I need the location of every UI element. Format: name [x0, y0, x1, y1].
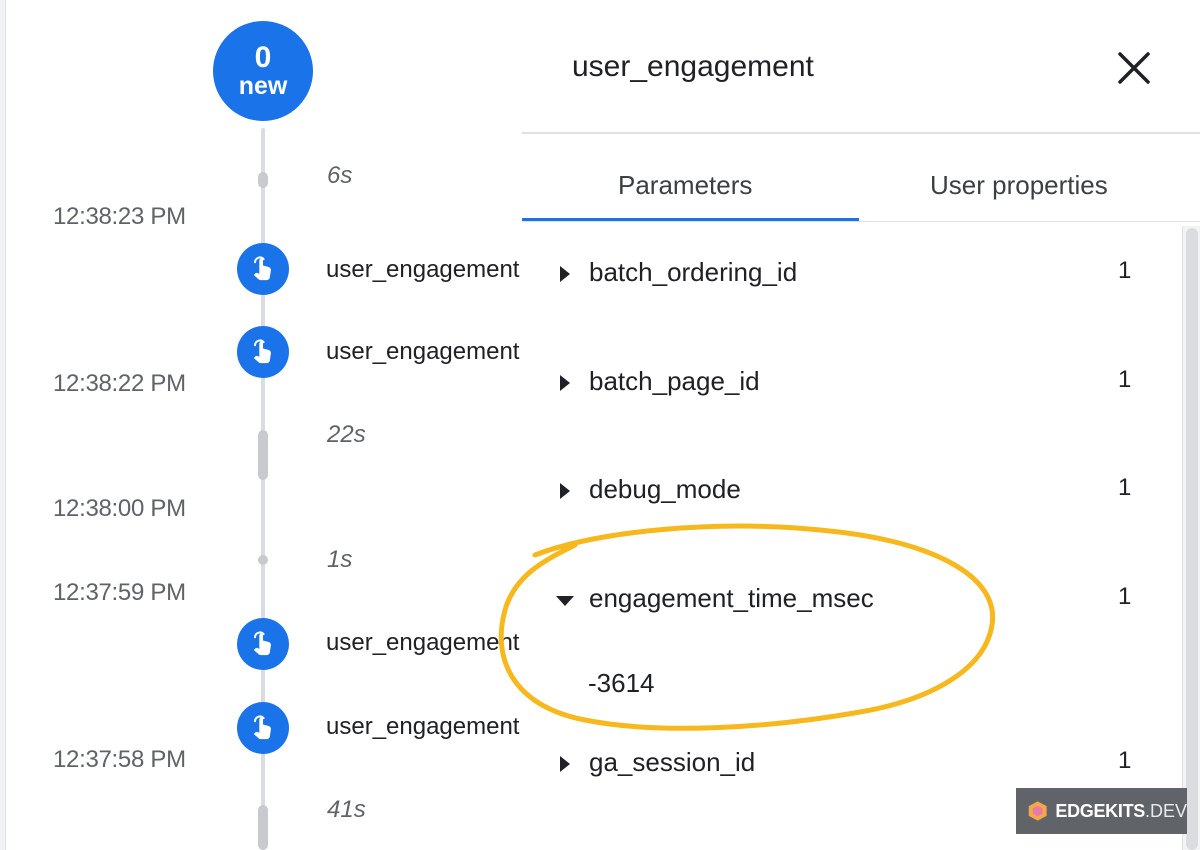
- duration-label: 22s: [327, 421, 366, 448]
- timestamp: 12:38:23 PM: [53, 203, 186, 230]
- new-events-label: new: [238, 72, 288, 100]
- edgekits-watermark: EDGEKITS .DEV: [1016, 788, 1187, 834]
- touch-icon[interactable]: [237, 243, 289, 295]
- timestamp: 12:37:59 PM: [53, 579, 186, 606]
- timeline-gap-marker: [258, 555, 268, 565]
- duration-label: 6s: [327, 162, 353, 189]
- param-row-batch-page-id[interactable]: batch_page_id 1: [552, 364, 1132, 404]
- timestamp: 12:37:58 PM: [53, 746, 186, 773]
- tabs-divider: [522, 221, 1200, 222]
- expand-arrow-icon: [560, 483, 570, 499]
- debugview-page: 0 new 6s 12:38:23 PM user_engagement use…: [0, 0, 1200, 850]
- event-item-label[interactable]: user_engagement: [326, 256, 522, 284]
- param-name: engagement_time_msec: [589, 583, 874, 613]
- event-item-label[interactable]: user_engagement: [326, 713, 522, 741]
- param-name: debug_mode: [589, 474, 741, 504]
- expand-arrow-icon: [560, 375, 570, 391]
- duration-label: 41s: [327, 796, 366, 823]
- new-events-count: 0: [254, 41, 272, 74]
- edgekits-logo-icon: [1028, 801, 1047, 821]
- param-count: 1: [1118, 474, 1132, 501]
- scrollbar-thumb[interactable]: [1186, 228, 1198, 850]
- new-events-badge[interactable]: 0 new: [213, 21, 313, 121]
- close-icon: [1118, 52, 1150, 84]
- touch-icon-glyph: [253, 256, 271, 281]
- collapse-arrow-icon: [556, 596, 574, 606]
- param-count: 1: [1118, 747, 1132, 774]
- watermark-tld: .DEV: [1144, 800, 1187, 821]
- expand-arrow-icon: [560, 266, 570, 282]
- close-button[interactable]: [1114, 48, 1154, 88]
- touch-icon-glyph: [253, 715, 271, 740]
- touch-icon-glyph: [253, 631, 271, 656]
- param-row-debug-mode[interactable]: debug_mode 1: [552, 472, 1132, 512]
- param-name: batch_page_id: [589, 366, 760, 396]
- timeline-gap-marker: [258, 430, 268, 480]
- param-count: 1: [1118, 257, 1132, 284]
- timestamp: 12:38:22 PM: [53, 370, 186, 397]
- touch-icon[interactable]: [237, 326, 289, 378]
- event-details-panel: user_engagement Parameters User properti…: [522, 0, 1200, 850]
- param-value: -3614: [588, 668, 655, 698]
- param-name: batch_ordering_id: [589, 257, 798, 287]
- event-timeline: 0 new 6s 12:38:23 PM user_engagement use…: [0, 0, 522, 850]
- touch-icon-glyph: [253, 339, 271, 364]
- timestamp: 12:38:00 PM: [53, 495, 186, 522]
- touch-icon[interactable]: [237, 618, 289, 670]
- duration-label: 1s: [327, 546, 353, 573]
- touch-icon[interactable]: [237, 702, 289, 754]
- param-row-engagement-time-msec[interactable]: engagement_time_msec 1: [552, 581, 1132, 621]
- timeline-gap-marker: [258, 805, 268, 850]
- param-name: ga_session_id: [589, 747, 756, 777]
- watermark-brand: EDGEKITS: [1055, 800, 1145, 821]
- tab-user-properties[interactable]: User properties: [930, 170, 1108, 201]
- panel-title: user_engagement: [572, 50, 814, 83]
- tab-parameters[interactable]: Parameters: [618, 170, 752, 201]
- event-item-label[interactable]: user_engagement: [326, 338, 522, 366]
- param-row-batch-ordering-id[interactable]: batch_ordering_id 1: [552, 255, 1132, 295]
- event-item-label[interactable]: user_engagement: [326, 629, 522, 657]
- param-count: 1: [1118, 583, 1132, 610]
- header-divider: [522, 132, 1200, 134]
- timeline-gap-marker: [258, 172, 268, 188]
- param-row-ga-session-id[interactable]: ga_session_id 1: [552, 745, 1132, 785]
- expand-arrow-icon: [560, 756, 570, 772]
- param-count: 1: [1118, 366, 1132, 393]
